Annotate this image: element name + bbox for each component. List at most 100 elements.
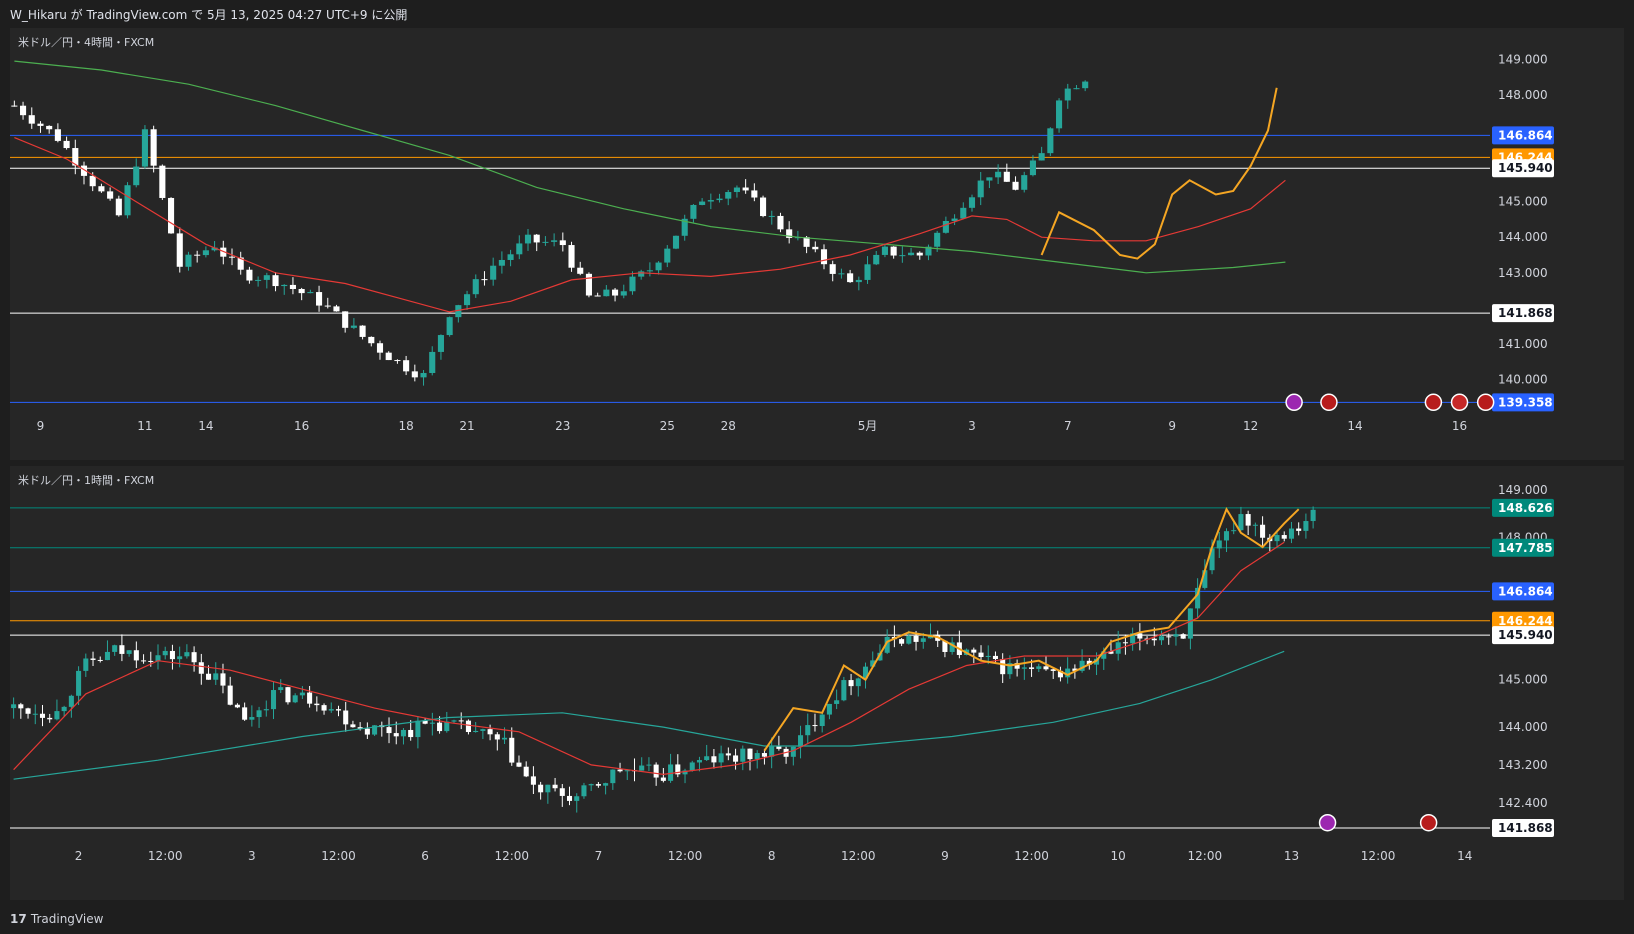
candle[interactable] — [307, 692, 313, 704]
candle[interactable] — [185, 254, 192, 267]
candle[interactable] — [577, 267, 584, 274]
candle[interactable] — [568, 245, 575, 268]
candle[interactable] — [934, 232, 941, 247]
candle[interactable] — [37, 123, 44, 126]
candle[interactable] — [429, 351, 436, 374]
candle[interactable] — [316, 292, 323, 306]
candle[interactable] — [386, 727, 392, 734]
candle[interactable] — [639, 765, 645, 771]
candle[interactable] — [465, 720, 471, 733]
candle[interactable] — [1158, 636, 1165, 641]
candle[interactable] — [847, 273, 854, 283]
candle[interactable] — [63, 140, 70, 149]
candle[interactable] — [255, 279, 262, 281]
candle[interactable] — [899, 639, 905, 644]
candle[interactable] — [653, 764, 659, 778]
candle[interactable] — [115, 198, 122, 216]
candle[interactable] — [985, 655, 991, 658]
candle[interactable] — [834, 700, 840, 704]
candle[interactable] — [1231, 530, 1237, 532]
candle[interactable] — [509, 737, 515, 763]
candle[interactable] — [777, 215, 784, 230]
candle[interactable] — [393, 733, 399, 737]
candle[interactable] — [368, 336, 375, 344]
candle[interactable] — [299, 692, 305, 696]
us-flag-icon[interactable] — [1476, 393, 1495, 412]
candle[interactable] — [992, 655, 998, 660]
candle[interactable] — [1056, 100, 1063, 129]
candle[interactable] — [704, 756, 710, 761]
candle[interactable] — [725, 753, 731, 756]
candle[interactable] — [46, 125, 53, 130]
candle[interactable] — [603, 783, 609, 786]
candle[interactable] — [1173, 634, 1179, 637]
candle[interactable] — [141, 660, 147, 662]
candle[interactable] — [202, 250, 209, 256]
candle[interactable] — [820, 249, 828, 265]
ma-mid-line[interactable] — [14, 137, 1286, 313]
candle[interactable] — [124, 185, 131, 216]
candle[interactable] — [256, 710, 262, 718]
candle[interactable] — [191, 652, 197, 663]
candle[interactable] — [523, 766, 529, 777]
candle[interactable] — [1310, 509, 1316, 522]
candle[interactable] — [194, 254, 201, 256]
candle[interactable] — [542, 241, 549, 243]
candle[interactable] — [32, 713, 38, 715]
candle[interactable] — [855, 678, 861, 687]
candle[interactable] — [498, 259, 505, 266]
candle[interactable] — [566, 795, 573, 801]
candle[interactable] — [1223, 531, 1230, 541]
candle[interactable] — [335, 709, 342, 711]
candle[interactable] — [228, 256, 236, 258]
economic-event-icon[interactable] — [1285, 393, 1303, 412]
candle[interactable] — [403, 360, 410, 372]
candle[interactable] — [751, 190, 758, 198]
candle[interactable] — [18, 704, 24, 709]
candle[interactable] — [1073, 88, 1080, 90]
candle[interactable] — [733, 187, 740, 193]
candle[interactable] — [968, 197, 976, 208]
candle[interactable] — [270, 690, 277, 710]
candle[interactable] — [437, 722, 443, 732]
candle[interactable] — [324, 305, 331, 307]
candle[interactable] — [612, 289, 619, 296]
candle[interactable] — [798, 735, 804, 747]
candle[interactable] — [559, 788, 565, 796]
candle[interactable] — [829, 264, 836, 274]
candle[interactable] — [159, 165, 166, 198]
candle[interactable] — [660, 777, 666, 781]
candle[interactable] — [198, 662, 204, 674]
candle[interactable] — [595, 784, 601, 786]
candle[interactable] — [594, 295, 601, 297]
candle[interactable] — [1122, 642, 1128, 644]
candle[interactable] — [761, 753, 767, 757]
candle[interactable] — [812, 246, 819, 250]
candle[interactable] — [977, 180, 984, 198]
candle[interactable] — [206, 673, 212, 680]
candle[interactable] — [1003, 171, 1010, 182]
candle[interactable] — [1274, 535, 1280, 542]
candle[interactable] — [841, 680, 847, 701]
candle[interactable] — [559, 240, 566, 246]
candle[interactable] — [148, 660, 154, 662]
candle[interactable] — [314, 703, 320, 706]
us-flag-icon[interactable] — [1320, 393, 1338, 412]
candle[interactable] — [364, 728, 370, 735]
candle[interactable] — [995, 171, 1002, 178]
candle[interactable] — [533, 234, 540, 243]
candle[interactable] — [574, 796, 580, 801]
candle[interactable] — [826, 703, 832, 715]
candle[interactable] — [61, 706, 67, 712]
tradingview-logo[interactable]: 17 TradingView — [10, 912, 103, 926]
candle[interactable] — [184, 652, 190, 657]
candle[interactable] — [119, 645, 125, 654]
candle[interactable] — [672, 235, 680, 249]
candle[interactable] — [603, 289, 610, 297]
candle[interactable] — [848, 680, 854, 687]
candle[interactable] — [350, 325, 357, 328]
candle[interactable] — [400, 729, 406, 737]
candle[interactable] — [429, 722, 435, 724]
candle[interactable] — [141, 129, 148, 167]
candle[interactable] — [819, 714, 825, 727]
